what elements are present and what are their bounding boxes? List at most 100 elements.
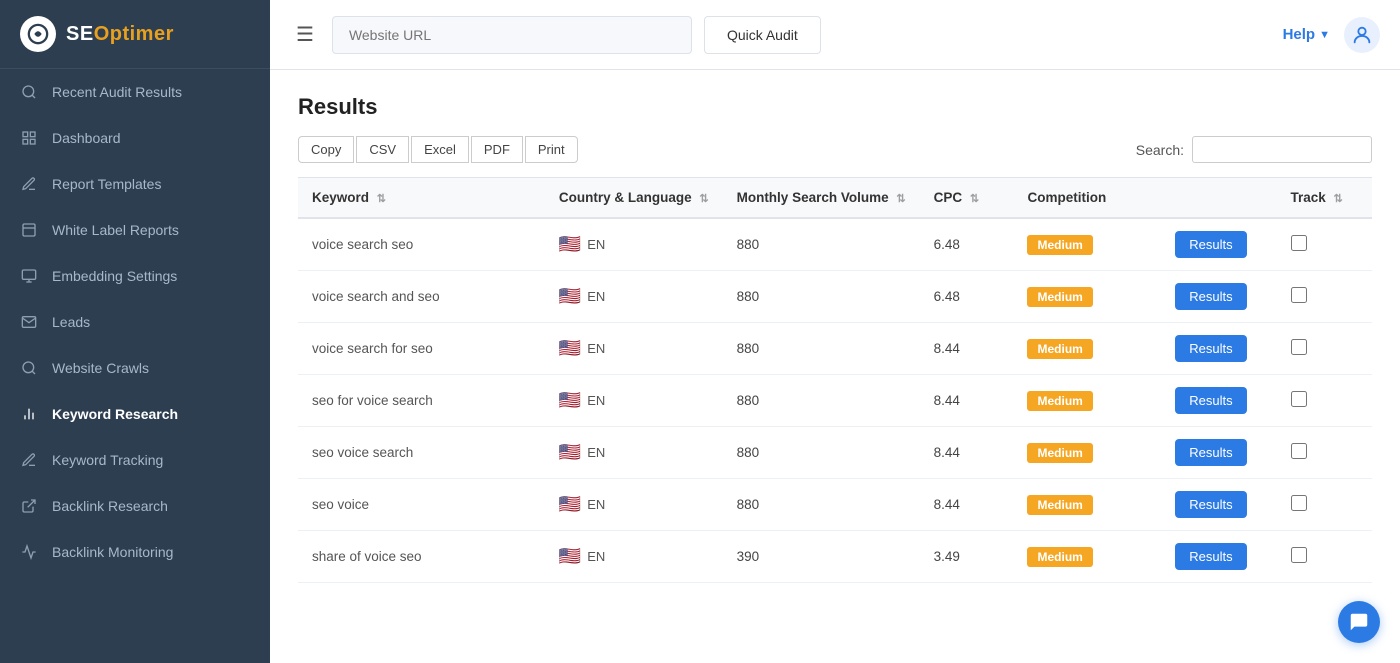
sidebar-icon-keyword-tracking — [20, 451, 38, 469]
cell-cpc-0: 6.48 — [920, 218, 1014, 271]
sidebar-item-dashboard[interactable]: Dashboard — [0, 115, 270, 161]
cell-competition-4: Medium — [1013, 427, 1161, 479]
cell-results-btn-3: Results — [1161, 375, 1276, 427]
cell-cpc-4: 8.44 — [920, 427, 1014, 479]
quick-audit-button[interactable]: Quick Audit — [704, 16, 821, 54]
cell-keyword-5: seo voice — [298, 479, 545, 531]
topbar-right: Help ▼ — [1283, 17, 1380, 53]
export-btn-excel[interactable]: Excel — [411, 136, 469, 163]
cell-competition-0: Medium — [1013, 218, 1161, 271]
url-input[interactable] — [332, 16, 692, 54]
lang-code-2: EN — [587, 341, 605, 356]
competition-badge-3: Medium — [1027, 391, 1092, 411]
sidebar-label-embedding: Embedding Settings — [52, 268, 177, 284]
sidebar-icon-white-label — [20, 221, 38, 239]
table-row: voice search and seo 🇺🇸 EN 880 6.48 Medi… — [298, 271, 1372, 323]
sidebar-item-website-crawls[interactable]: Website Crawls — [0, 345, 270, 391]
cell-results-btn-2: Results — [1161, 323, 1276, 375]
search-input[interactable] — [1192, 136, 1372, 163]
search-label: Search: — [1136, 142, 1184, 158]
sidebar-item-embedding[interactable]: Embedding Settings — [0, 253, 270, 299]
cell-volume-3: 880 — [723, 375, 920, 427]
results-button-5[interactable]: Results — [1175, 491, 1246, 518]
sidebar-label-keyword-tracking: Keyword Tracking — [52, 452, 163, 468]
table-row: seo voice 🇺🇸 EN 880 8.44 Medium Results — [298, 479, 1372, 531]
chat-bubble-button[interactable] — [1338, 601, 1380, 643]
results-button-2[interactable]: Results — [1175, 335, 1246, 362]
flag-icon-2: 🇺🇸 — [559, 338, 581, 359]
table-row: seo for voice search 🇺🇸 EN 880 8.44 Medi… — [298, 375, 1372, 427]
cell-country-0: 🇺🇸 EN — [545, 218, 723, 271]
cell-country-6: 🇺🇸 EN — [545, 531, 723, 583]
sidebar-label-keyword-research: Keyword Research — [52, 406, 178, 422]
cell-keyword-2: voice search for seo — [298, 323, 545, 375]
export-btn-pdf[interactable]: PDF — [471, 136, 523, 163]
sidebar-item-backlink-monitoring[interactable]: Backlink Monitoring — [0, 529, 270, 575]
results-button-1[interactable]: Results — [1175, 283, 1246, 310]
track-checkbox-0[interactable] — [1291, 235, 1307, 251]
flag-icon-5: 🇺🇸 — [559, 494, 581, 515]
sidebar-item-backlink-research[interactable]: Backlink Research — [0, 483, 270, 529]
sidebar-label-recent-audit: Recent Audit Results — [52, 84, 182, 100]
cell-results-btn-1: Results — [1161, 271, 1276, 323]
col-header-cpc: CPC ⇅ — [920, 178, 1014, 219]
lang-code-3: EN — [587, 393, 605, 408]
competition-badge-0: Medium — [1027, 235, 1092, 255]
export-btn-csv[interactable]: CSV — [356, 136, 409, 163]
results-button-4[interactable]: Results — [1175, 439, 1246, 466]
sidebar-item-keyword-research[interactable]: Keyword Research — [0, 391, 270, 437]
user-avatar[interactable] — [1344, 17, 1380, 53]
sidebar-icon-dashboard — [20, 129, 38, 147]
help-button[interactable]: Help ▼ — [1283, 26, 1330, 43]
competition-badge-6: Medium — [1027, 547, 1092, 567]
sidebar-item-recent-audit[interactable]: Recent Audit Results — [0, 69, 270, 115]
results-table: Keyword ⇅ Country & Language ⇅ Monthly S… — [298, 177, 1372, 583]
cell-cpc-5: 8.44 — [920, 479, 1014, 531]
results-button-6[interactable]: Results — [1175, 543, 1246, 570]
track-checkbox-6[interactable] — [1291, 547, 1307, 563]
sidebar-item-white-label[interactable]: White Label Reports — [0, 207, 270, 253]
results-title: Results — [298, 94, 1372, 120]
flag-icon-1: 🇺🇸 — [559, 286, 581, 307]
sidebar-item-report-templates[interactable]: Report Templates — [0, 161, 270, 207]
main-area: ☰ Quick Audit Help ▼ Results CopyCSVExce… — [270, 0, 1400, 663]
cell-track-6 — [1277, 531, 1373, 583]
cell-volume-2: 880 — [723, 323, 920, 375]
sidebar-icon-report-templates — [20, 175, 38, 193]
cell-volume-1: 880 — [723, 271, 920, 323]
sidebar-icon-embedding — [20, 267, 38, 285]
logo-text: SEOptimer — [66, 23, 174, 46]
flag-icon-4: 🇺🇸 — [559, 442, 581, 463]
table-body: voice search seo 🇺🇸 EN 880 6.48 Medium R… — [298, 218, 1372, 583]
sidebar-icon-backlink-research — [20, 497, 38, 515]
cell-keyword-1: voice search and seo — [298, 271, 545, 323]
cell-competition-3: Medium — [1013, 375, 1161, 427]
sidebar-label-dashboard: Dashboard — [52, 130, 121, 146]
results-button-0[interactable]: Results — [1175, 231, 1246, 258]
track-checkbox-3[interactable] — [1291, 391, 1307, 407]
results-button-3[interactable]: Results — [1175, 387, 1246, 414]
track-checkbox-1[interactable] — [1291, 287, 1307, 303]
cell-track-0 — [1277, 218, 1373, 271]
table-row: seo voice search 🇺🇸 EN 880 8.44 Medium R… — [298, 427, 1372, 479]
hamburger-button[interactable]: ☰ — [290, 16, 320, 53]
sidebar-logo: SEOptimer — [0, 0, 270, 69]
export-btn-copy[interactable]: Copy — [298, 136, 354, 163]
cell-cpc-3: 8.44 — [920, 375, 1014, 427]
table-controls: CopyCSVExcelPDFPrint Search: — [298, 136, 1372, 163]
lang-code-6: EN — [587, 549, 605, 564]
track-checkbox-4[interactable] — [1291, 443, 1307, 459]
cell-keyword-6: share of voice seo — [298, 531, 545, 583]
track-checkbox-5[interactable] — [1291, 495, 1307, 511]
track-checkbox-2[interactable] — [1291, 339, 1307, 355]
col-header-competition: Competition — [1013, 178, 1161, 219]
sidebar-item-keyword-tracking[interactable]: Keyword Tracking — [0, 437, 270, 483]
sidebar-item-leads[interactable]: Leads — [0, 299, 270, 345]
export-btn-print[interactable]: Print — [525, 136, 578, 163]
sidebar-label-website-crawls: Website Crawls — [52, 360, 149, 376]
content-area: Results CopyCSVExcelPDFPrint Search: Key… — [270, 70, 1400, 663]
col-header-volume: Monthly Search Volume ⇅ — [723, 178, 920, 219]
table-row: share of voice seo 🇺🇸 EN 390 3.49 Medium… — [298, 531, 1372, 583]
cell-volume-4: 880 — [723, 427, 920, 479]
competition-badge-4: Medium — [1027, 443, 1092, 463]
